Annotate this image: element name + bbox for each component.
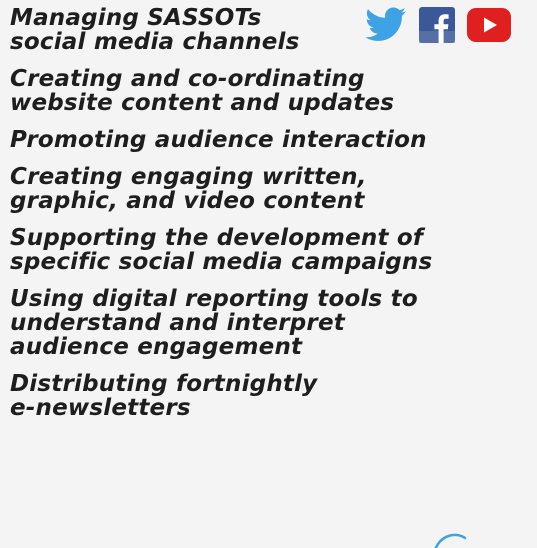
list-item: Supporting the development of specific s… [10, 226, 510, 274]
duties-list: Managing SASSOTs social media channels C… [10, 6, 510, 433]
list-item-line: understand and interpret [10, 310, 345, 336]
twitter-icon[interactable] [365, 7, 407, 43]
youtube-icon[interactable] [467, 8, 511, 42]
list-item-line: Creating and co-ordinating [10, 66, 365, 92]
list-item-line: Promoting audience interaction [10, 127, 427, 153]
list-item-line: Creating engaging written, [10, 164, 367, 190]
list-item: Using digital reporting tools to underst… [10, 287, 510, 359]
list-item-line: graphic, and video content [10, 188, 365, 214]
facebook-icon[interactable] [419, 7, 455, 43]
list-item: Distributing fortnightly e-newsletters [10, 372, 510, 420]
list-item: Promoting audience interaction [10, 128, 510, 152]
list-item-line: website content and updates [10, 90, 395, 116]
list-item-line: audience engagement [10, 334, 303, 360]
list-item: Creating and co-ordinating website conte… [10, 67, 510, 115]
list-item-line: Using digital reporting tools to [10, 286, 418, 312]
list-item-line: Supporting the development of [10, 225, 424, 251]
list-item-line: Distributing fortnightly [10, 371, 318, 397]
social-icons [365, 6, 511, 44]
decorative-flourish [434, 533, 467, 548]
page: Managing SASSOTs social media channels C… [0, 0, 537, 548]
list-item-line: specific social media campaigns [10, 249, 433, 275]
list-item-line: e-newsletters [10, 395, 191, 421]
list-item: Creating engaging written, graphic, and … [10, 165, 510, 213]
